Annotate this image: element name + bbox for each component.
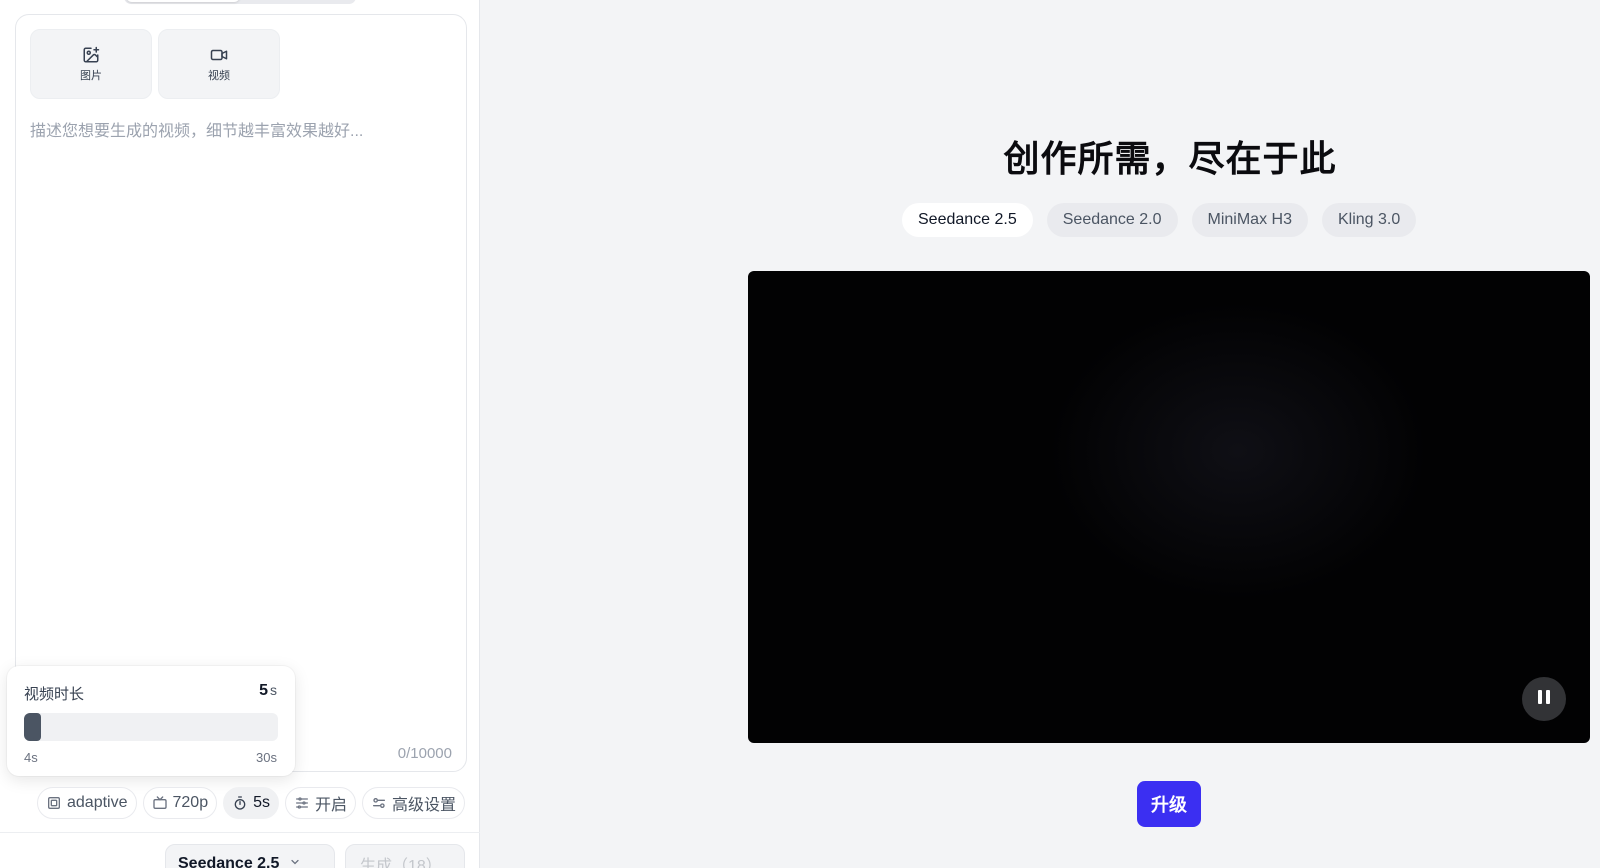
advanced-settings-chip[interactable]: 高级设置 bbox=[362, 787, 466, 819]
duration-slider[interactable] bbox=[24, 713, 278, 741]
duration-chip-label: 5s bbox=[253, 794, 270, 811]
model-tab[interactable]: Kling 3.0 bbox=[1321, 203, 1417, 237]
video-player[interactable] bbox=[748, 271, 1590, 743]
model-select[interactable]: Seedance 2.5 bbox=[165, 844, 335, 868]
pause-icon bbox=[1537, 689, 1551, 710]
resolution-chip[interactable]: 720p bbox=[142, 787, 218, 819]
crop-frame-icon bbox=[46, 795, 62, 811]
prompt-input[interactable] bbox=[30, 117, 450, 157]
video-frame bbox=[1048, 301, 1428, 601]
sliders-icon bbox=[294, 795, 310, 811]
advanced-label: 高级设置 bbox=[392, 797, 457, 814]
generate-button[interactable]: 生成（18） bbox=[345, 844, 465, 868]
upload-video-label: 视频 bbox=[208, 69, 230, 82]
left-panel: 图片 视频 0/10000 视频时长 5s 4s 30s bbox=[0, 0, 480, 868]
duration-max-label: 30s bbox=[256, 750, 277, 765]
upload-image-label: 图片 bbox=[80, 69, 102, 82]
hero-title: 创作所需，尽在于此 bbox=[1003, 138, 1337, 179]
model-select-label: Seedance 2.5 bbox=[178, 855, 280, 868]
chevron-down-icon bbox=[289, 855, 301, 868]
upload-image-button[interactable]: 图片 bbox=[30, 29, 152, 99]
duration-chip[interactable]: 5s bbox=[223, 787, 279, 819]
footer-divider bbox=[0, 832, 480, 833]
model-tab[interactable]: Seedance 2.5 bbox=[902, 203, 1033, 237]
settings-chip-row: adaptive 720p 5s 开启 高级设置 bbox=[37, 787, 466, 819]
duration-title: 视频时长 bbox=[24, 686, 85, 703]
duration-min-label: 4s bbox=[24, 750, 38, 765]
resolution-label: 720p bbox=[172, 794, 209, 811]
model-tab-bar: Seedance 2.5 Seedance 2.0 MiniMax H3 Kling … bbox=[902, 203, 1417, 237]
settings-toggle-icon bbox=[371, 795, 387, 811]
audio-label: 开启 bbox=[315, 797, 348, 814]
video-camera-icon bbox=[209, 46, 229, 64]
duration-popover: 视频时长 5s 4s 30s bbox=[7, 666, 295, 776]
pause-button[interactable] bbox=[1522, 677, 1566, 721]
model-tab[interactable]: MiniMax H3 bbox=[1191, 203, 1308, 237]
timer-icon bbox=[232, 795, 248, 811]
mode-tab-active[interactable] bbox=[126, 0, 240, 2]
screen-icon bbox=[152, 795, 168, 811]
audio-chip[interactable]: 开启 bbox=[285, 787, 357, 819]
ratio-chip[interactable]: adaptive bbox=[37, 787, 137, 819]
prompt-editor-card: 图片 视频 0/10000 bbox=[15, 14, 467, 772]
duration-slider-thumb[interactable] bbox=[33, 713, 41, 741]
generate-label: 生成（18） bbox=[360, 858, 442, 868]
upgrade-button[interactable]: 升级 bbox=[1137, 781, 1201, 827]
image-plus-icon bbox=[82, 46, 100, 64]
ratio-label: adaptive bbox=[67, 794, 128, 811]
char-count: 0/10000 bbox=[397, 745, 452, 762]
model-tab[interactable]: Seedance 2.0 bbox=[1046, 203, 1178, 237]
upload-video-button[interactable]: 视频 bbox=[158, 29, 280, 99]
duration-value: 5s bbox=[259, 682, 277, 699]
